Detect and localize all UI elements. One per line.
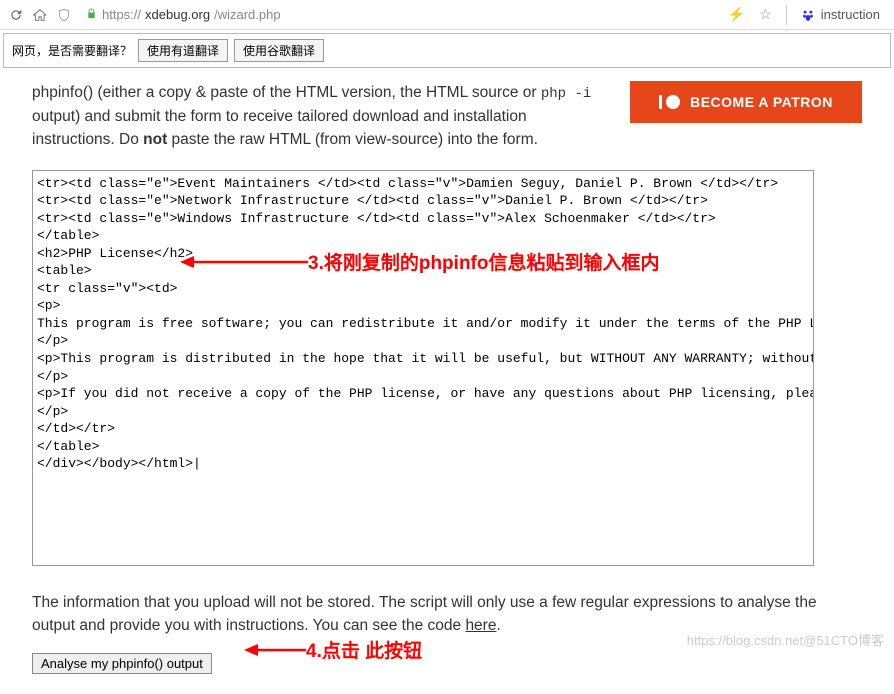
patron-label: BECOME A PATRON <box>690 92 833 113</box>
patreon-circle-icon <box>666 95 680 109</box>
baidu-paw-icon <box>801 8 815 22</box>
analyse-button[interactable]: Analyse my phpinfo() output <box>32 653 212 674</box>
translate-prompt: 网页，是否需要翻译？ <box>12 42 132 59</box>
url-protocol: https:// <box>102 7 141 22</box>
flash-icon[interactable]: ⚡ <box>728 6 745 23</box>
browser-address-bar: https:// xdebug.org/wizard.php ⚡ ☆ instru… <box>0 0 894 30</box>
bold-not: not <box>143 131 167 148</box>
here-link[interactable]: here <box>465 617 496 634</box>
phpinfo-textarea[interactable] <box>32 170 814 566</box>
translate-bar: 网页，是否需要翻译？ 使用有道翻译 使用谷歌翻译 <box>3 33 891 68</box>
youdao-translate-button[interactable]: 使用有道翻译 <box>138 39 228 62</box>
url-path: /wizard.php <box>214 7 280 22</box>
home-icon[interactable] <box>32 7 48 23</box>
refresh-icon[interactable] <box>8 7 24 23</box>
search-box[interactable]: instruction <box>801 7 880 22</box>
lock-icon <box>86 7 98 23</box>
become-patron-button[interactable]: BECOME A PATRON <box>630 81 862 123</box>
google-translate-button[interactable]: 使用谷歌翻译 <box>234 39 324 62</box>
intro-paragraph: phpinfo() (either a copy & paste of the … <box>32 81 600 152</box>
code-snippet: php -i <box>541 86 591 102</box>
divider <box>786 5 787 25</box>
bookmark-star-icon[interactable]: ☆ <box>759 6 772 23</box>
info-paragraph: The information that you upload will not… <box>32 591 862 638</box>
url-host: xdebug.org <box>145 7 210 22</box>
url-display[interactable]: https:// xdebug.org/wizard.php <box>80 5 287 25</box>
patreon-bar-icon <box>659 95 662 109</box>
search-hint-text: instruction <box>821 7 880 22</box>
shield-icon[interactable] <box>56 7 72 23</box>
